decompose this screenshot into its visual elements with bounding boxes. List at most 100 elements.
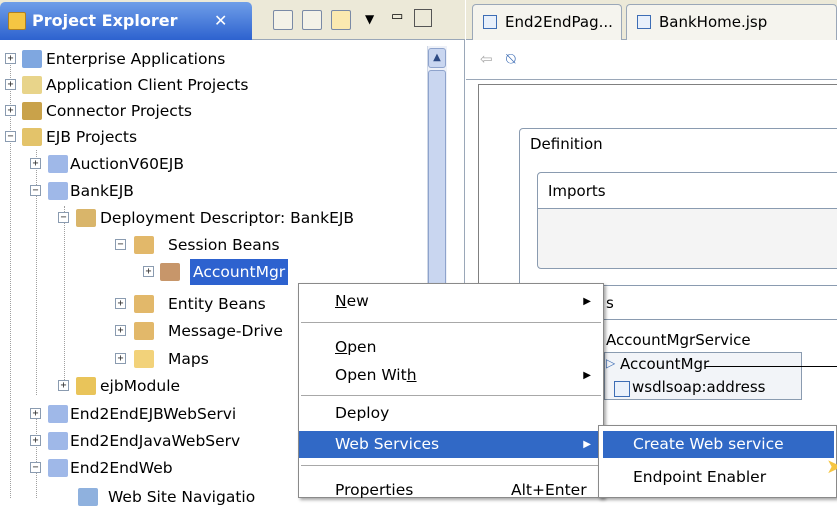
- editor-tab-bankhome[interactable]: BankHome.jsp: [626, 4, 837, 40]
- expand-icon[interactable]: +: [58, 380, 69, 391]
- context-menu: New ▶ Open Open With ▶ Deploy Web Servic…: [298, 283, 604, 499]
- menu-separator: [301, 465, 601, 466]
- tree-item-bankejb[interactable]: − BankEJB: [0, 178, 420, 204]
- menu-item-open[interactable]: Open: [299, 334, 603, 361]
- collapse-icon[interactable]: −: [30, 462, 41, 473]
- editor-tabbar: End2EndPag... BankHome.jsp: [466, 0, 837, 40]
- collapse-icon[interactable]: −: [115, 239, 126, 250]
- message-driven-icon: [134, 322, 154, 340]
- ejb-project-icon: [48, 155, 68, 173]
- service-name[interactable]: AccountMgrService: [606, 331, 751, 349]
- project-explorer-title: Project Explorer: [32, 11, 178, 30]
- menu-item-new[interactable]: New ▶: [299, 288, 603, 315]
- menu-item-label: New: [335, 288, 369, 315]
- project-explorer-tabbar: Project Explorer ✕ ▼ ▭: [0, 0, 465, 40]
- expand-icon[interactable]: +: [5, 53, 16, 64]
- address-icon: [614, 381, 630, 397]
- expand-icon[interactable]: +: [30, 158, 41, 169]
- tree-item-label: EJB Projects: [46, 128, 138, 146]
- menu-item-open-with[interactable]: Open With ▶: [299, 362, 603, 389]
- tree-item-end2endjavawebserv[interactable]: + End2EndJavaWebServ: [0, 428, 300, 454]
- menu-item-label-pre: Open Wit: [335, 366, 407, 384]
- menu-item-label: Web Services: [335, 435, 440, 453]
- tree-item-label: ejbModule: [100, 377, 181, 395]
- tree-item-ejbmodule[interactable]: + ejbModule: [0, 373, 300, 399]
- tree-item-label: BankEJB: [70, 182, 134, 200]
- web-site-navigation-icon: [78, 488, 98, 506]
- maximize-icon[interactable]: [414, 9, 432, 27]
- tree-item-enterprise-applications[interactable]: + Enterprise Applications: [0, 46, 420, 72]
- link-editor-icon[interactable]: [302, 10, 322, 30]
- sync-icon[interactable]: [331, 10, 351, 30]
- tree-item-entity-beans[interactable]: + Entity Beans: [0, 291, 300, 317]
- menu-item-label: Deploy: [335, 404, 390, 422]
- collapse-all-icon[interactable]: [273, 10, 293, 30]
- back-arrow-icon[interactable]: ⇦: [480, 50, 493, 68]
- expand-icon[interactable]: +: [143, 266, 154, 277]
- select-tool-icon[interactable]: ⍉: [506, 49, 516, 69]
- menu-item-endpoint-enabler[interactable]: Endpoint Enabler: [603, 464, 834, 491]
- editor-tab-end2endpage[interactable]: End2EndPag...: [472, 4, 622, 40]
- enterprise-app-icon: [22, 50, 42, 68]
- tree-item-end2endweb[interactable]: − End2EndWeb: [0, 455, 300, 481]
- imports-title: Imports: [548, 182, 606, 200]
- menu-item-properties[interactable]: Properties Alt+Enter: [299, 477, 603, 504]
- minimize-icon[interactable]: ▭: [391, 9, 403, 24]
- tree-item-label: Deployment Descriptor: BankEJB: [100, 209, 355, 227]
- expand-icon[interactable]: +: [30, 435, 41, 446]
- tree-item-end2endejbwebservi[interactable]: + End2EndEJBWebServi: [0, 401, 300, 427]
- port-arrow-icon: ▷: [606, 356, 616, 370]
- expand-icon[interactable]: +: [5, 105, 16, 116]
- expand-icon[interactable]: +: [5, 79, 16, 90]
- submenu-arrow-icon: ▶: [583, 370, 591, 381]
- expand-icon[interactable]: +: [115, 325, 126, 336]
- collapse-icon[interactable]: −: [58, 212, 69, 223]
- expand-icon[interactable]: +: [115, 298, 126, 309]
- tree-item-ejb-projects[interactable]: − EJB Projects: [0, 124, 420, 150]
- package-root-icon: [76, 377, 96, 395]
- tree-item-label: End2EndEJBWebServi: [70, 405, 237, 423]
- tree-item-message-driven[interactable]: + Message-Drive: [0, 318, 300, 344]
- collapse-icon[interactable]: −: [30, 185, 41, 196]
- project-explorer-tab[interactable]: Project Explorer ✕: [0, 2, 252, 40]
- jsp-file-icon: [637, 15, 651, 29]
- view-menu-icon[interactable]: ▼: [365, 12, 374, 26]
- tree-item-deployment-descriptor[interactable]: − Deployment Descriptor: BankEJB: [0, 205, 425, 231]
- tree-item-label: Connector Projects: [46, 102, 192, 120]
- tree-item-maps[interactable]: + Maps: [0, 346, 300, 372]
- menu-item-deploy[interactable]: Deploy: [299, 400, 603, 427]
- ejb-project-icon: [48, 182, 68, 200]
- port-name[interactable]: AccountMgr: [620, 355, 709, 373]
- editor-tab-label: BankHome.jsp: [659, 13, 768, 31]
- close-icon[interactable]: ✕: [214, 11, 227, 30]
- tree-item-web-site-navigation[interactable]: Web Site Navigatio: [0, 484, 300, 510]
- address-label[interactable]: wsdlsoap:address: [632, 378, 765, 396]
- menu-item-label: Properties: [335, 481, 414, 499]
- app-client-icon: [22, 76, 42, 94]
- definition-title: Definition: [530, 135, 603, 153]
- editor-tab-label: End2EndPag...: [505, 13, 613, 31]
- collapse-icon[interactable]: −: [5, 131, 16, 142]
- menu-item-create-web-service[interactable]: Create Web service: [603, 431, 834, 458]
- ejb-folder-icon: [22, 128, 42, 146]
- tree-item-label: Application Client Projects: [46, 76, 249, 94]
- tree-item-auctionv60ejb[interactable]: + AuctionV60EJB: [0, 151, 420, 177]
- tree-item-label: Session Beans: [168, 236, 280, 254]
- web-project-icon: [48, 459, 68, 477]
- tree-item-application-client-projects[interactable]: + Application Client Projects: [0, 72, 420, 98]
- menu-separator: [301, 322, 601, 323]
- entity-beans-icon: [134, 295, 154, 313]
- tree-item-label: Enterprise Applications: [46, 50, 226, 68]
- tree-item-session-beans[interactable]: − Session Beans: [0, 232, 420, 258]
- scroll-up-icon[interactable]: ▲: [428, 48, 446, 68]
- mnemonic: O: [335, 338, 348, 356]
- services-title: s: [606, 294, 614, 312]
- menu-item-web-services[interactable]: Web Services ▶: [299, 431, 603, 458]
- tree-item-label: End2EndWeb: [70, 459, 173, 477]
- tree-item-accountmgr[interactable]: + AccountMgr: [0, 259, 420, 285]
- session-bean-icon: [160, 263, 180, 281]
- expand-icon[interactable]: +: [30, 408, 41, 419]
- tree-item-label: AuctionV60EJB: [70, 155, 184, 173]
- expand-icon[interactable]: +: [115, 353, 126, 364]
- tree-item-connector-projects[interactable]: + Connector Projects: [0, 98, 420, 124]
